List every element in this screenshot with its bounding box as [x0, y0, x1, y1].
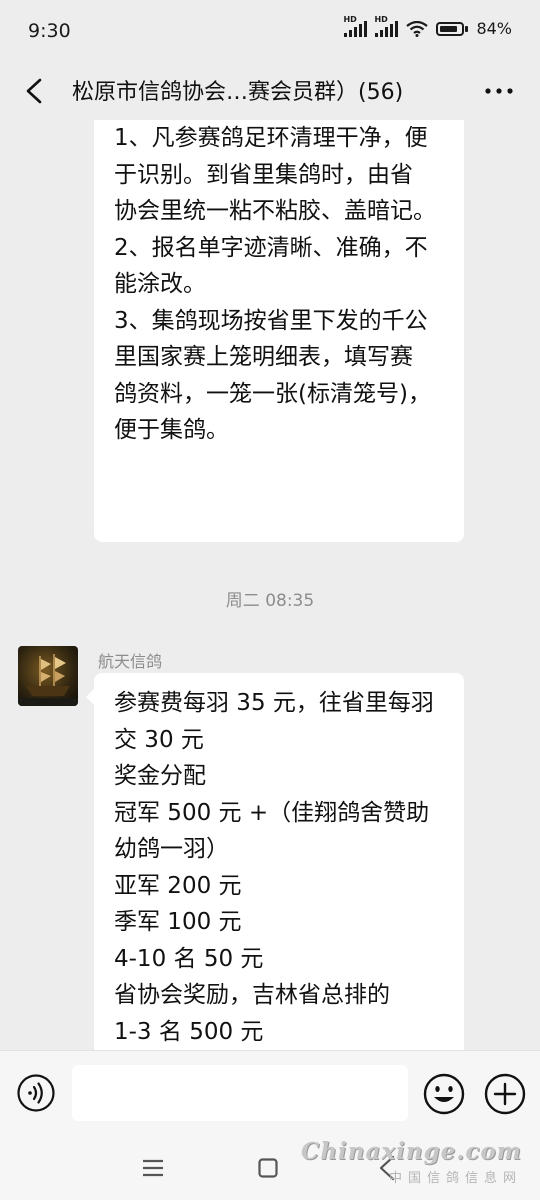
message-line: 4-10 名 50 元 — [114, 945, 264, 972]
message-line: 季军 100 元 — [114, 909, 242, 935]
voice-icon[interactable] — [16, 1073, 56, 1113]
message-line: 能涂改。 — [114, 271, 206, 297]
plus-icon[interactable] — [483, 1072, 527, 1116]
signal-hd-label: HD — [374, 14, 388, 24]
message-line: 便于集鸽。 — [114, 417, 229, 443]
more-dots-icon[interactable] — [482, 76, 516, 106]
status-icons: HD HD 84% — [343, 15, 512, 39]
status-bar: 9:30 HD HD 84% — [0, 0, 540, 62]
chevron-left-icon[interactable] — [20, 76, 50, 106]
message-line: 3、集鸽现场按省里下发的千公 — [114, 307, 428, 334]
chat-area[interactable]: 1、凡参赛鸽足环清理干净，便 于识别。到省里集鸽时，由省 协会里统一粘不粘胶、盖… — [0, 120, 540, 1050]
message-line: 协会里统一粘不粘胶、盖暗记。 — [114, 198, 436, 224]
watermark-main: Chinaxinge.com — [301, 1138, 522, 1165]
battery-icon — [436, 21, 469, 36]
message-line: 1、凡参赛鸽足环清理干净，便 — [114, 125, 428, 151]
chat-header: 松原市信鸽协会…赛会员群）(56) — [0, 62, 540, 120]
menu-icon[interactable] — [142, 1159, 164, 1177]
message-line: 省协会奖励，吉林省总排的 — [114, 982, 390, 1008]
battery-percent: 84% — [476, 19, 512, 38]
message-line: 2、报名单字迹清晰、准确，不 — [114, 234, 428, 261]
watermark-sub: 中国信鸽信息网 — [388, 1171, 522, 1186]
message-line: 交 30 元 — [114, 726, 204, 753]
signal-icon: HD — [343, 15, 368, 37]
sender-name: 航天信鸽 — [98, 652, 163, 671]
message-input[interactable] — [72, 1065, 408, 1121]
status-time: 9:30 — [28, 20, 71, 42]
signal-icon: HD — [374, 15, 399, 37]
watermark: Chinaxinge.com 中国信鸽信息网 — [301, 1138, 522, 1186]
emoji-icon[interactable] — [422, 1072, 466, 1116]
message-line: 1-3 名 500 元 — [114, 1018, 264, 1045]
message-line: 奖金分配 — [114, 763, 206, 789]
chat-title: 松原市信鸽协会…赛会员群）(56) — [72, 80, 404, 105]
home-icon[interactable] — [258, 1158, 278, 1178]
signal-hd-label: HD — [343, 14, 357, 24]
ship-avatar-icon[interactable] — [18, 646, 78, 706]
message-bubble[interactable]: 1、凡参赛鸽足环清理干净，便 于识别。到省里集鸽时，由省 协会里统一粘不粘胶、盖… — [94, 120, 464, 542]
message-timestamp: 周二 08:35 — [225, 591, 315, 611]
message-bubble[interactable]: 参赛费每羽 35 元，往省里每羽 交 30 元 奖金分配 冠军 500 元 +（… — [86, 673, 464, 1050]
wifi-icon — [406, 20, 429, 37]
message-line: 幼鸽一羽） — [114, 836, 229, 862]
message-line: 亚军 200 元 — [114, 872, 242, 899]
message-line: 参赛费每羽 35 元，往省里每羽 — [114, 690, 434, 716]
input-bar — [0, 1050, 540, 1136]
message-line: 里国家赛上笼明细表，填写赛 — [114, 344, 413, 370]
message-line: 鸽资料，一笼一张(标清笼号)， — [114, 380, 431, 407]
message-line: 于识别。到省里集鸽时，由省 — [114, 161, 413, 188]
message-line: 冠军 500 元 +（佳翔鸽舍赞助 — [114, 799, 430, 826]
